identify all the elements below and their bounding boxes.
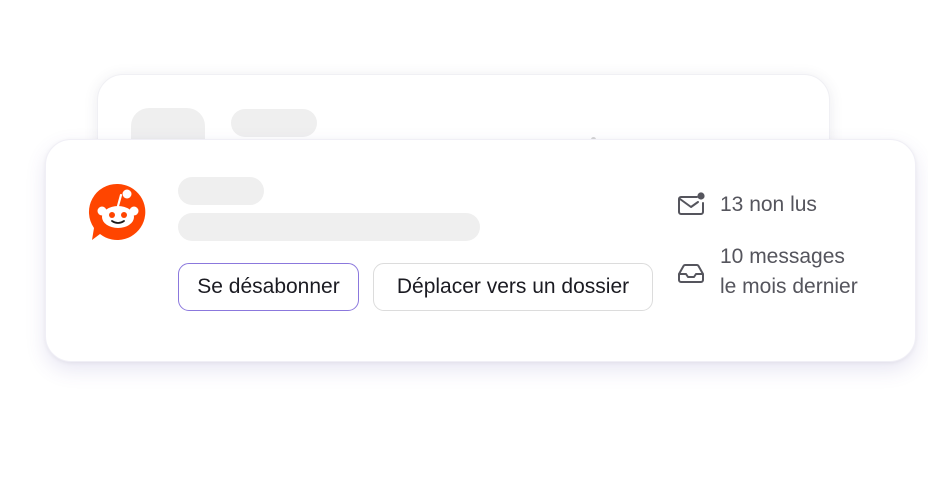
inbox-tray-icon bbox=[678, 264, 704, 283]
sender-email-placeholder bbox=[178, 213, 480, 241]
mail-unread-icon bbox=[678, 192, 705, 215]
move-to-folder-button[interactable]: Déplacer vers un dossier bbox=[373, 263, 653, 311]
unsubscribe-button[interactable]: Se désabonner bbox=[178, 263, 359, 311]
stage: Se désabonner Déplacer vers un dossier 1… bbox=[0, 0, 928, 500]
monthly-period-line: le mois dernier bbox=[720, 275, 858, 298]
sender-card: Se désabonner Déplacer vers un dossier 1… bbox=[45, 139, 916, 362]
reddit-logo bbox=[88, 183, 146, 240]
unread-count: 13 non lus bbox=[676, 190, 817, 220]
monthly-count-line: 10 messages bbox=[720, 245, 845, 268]
sender-name-placeholder bbox=[178, 177, 264, 205]
text-placeholder bbox=[231, 109, 317, 137]
monthly-count-text: 10 messages le mois dernier bbox=[720, 242, 858, 302]
unread-count-text: 13 non lus bbox=[720, 193, 817, 216]
monthly-message-count: 10 messages le mois dernier bbox=[676, 242, 858, 302]
